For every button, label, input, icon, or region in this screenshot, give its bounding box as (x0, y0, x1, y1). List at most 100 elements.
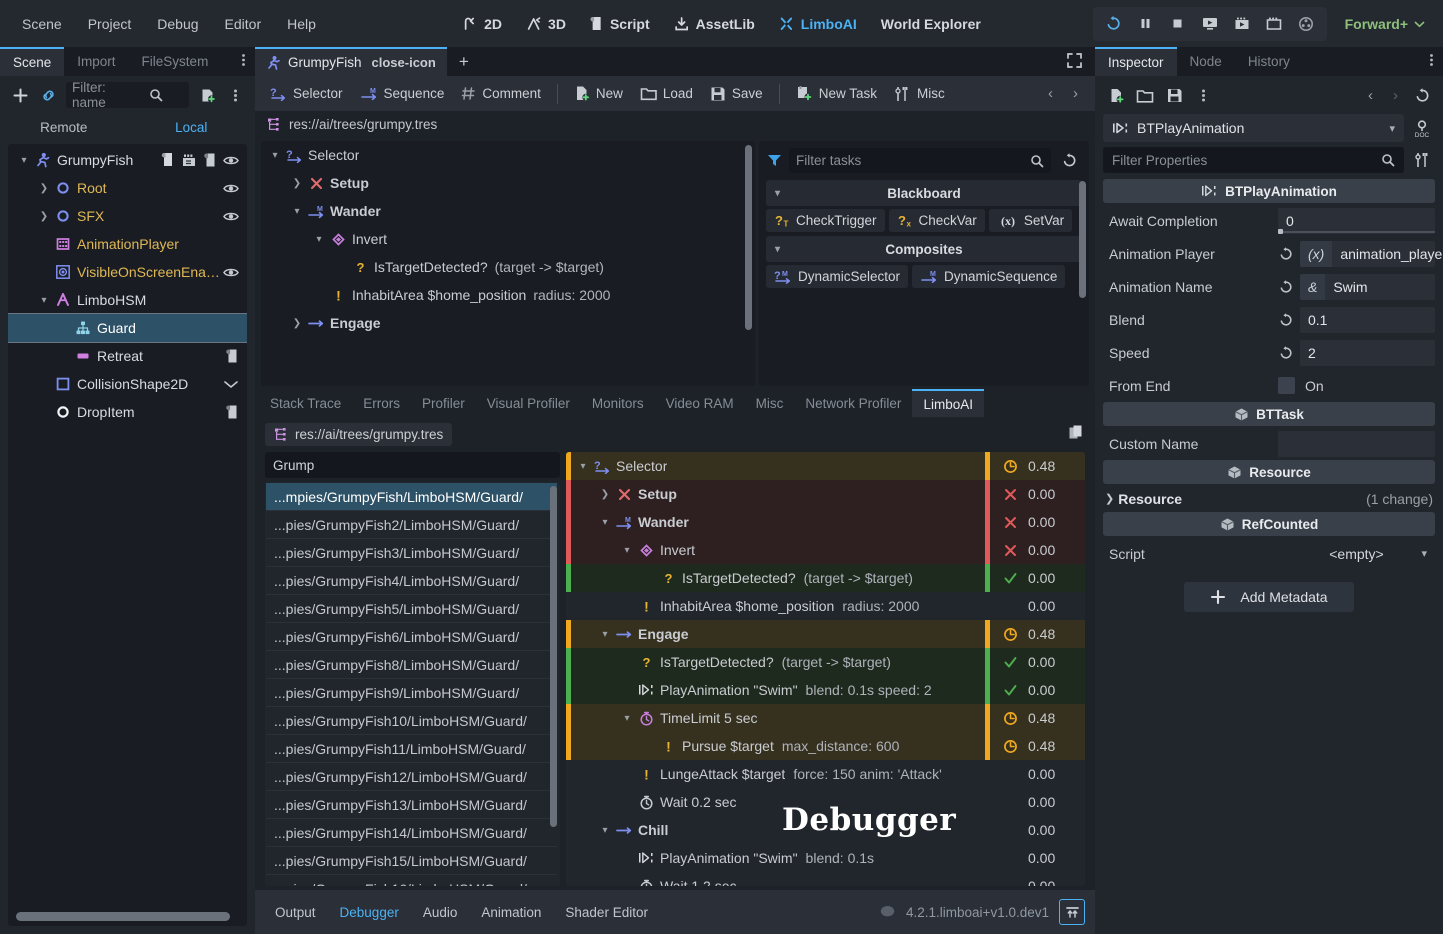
scene-node-animationplayer[interactable]: AnimationPlayer (8, 230, 247, 258)
bt-toolbar-selector-button[interactable]: ?Selector (263, 82, 350, 105)
scene-node-collisionshape2d[interactable]: CollisionShape2D (8, 370, 247, 398)
reload-icon[interactable] (1099, 10, 1129, 38)
menu-debug[interactable]: Debug (145, 11, 210, 37)
visibility-icon[interactable] (223, 210, 239, 223)
debugger-bt-row[interactable]: Wait 1.2 sec0.00 (566, 872, 1085, 886)
chevron-right-icon[interactable]: ❯ (289, 178, 305, 189)
scene-dock-kebab-icon[interactable] (232, 52, 255, 71)
play-scene-icon[interactable] (1227, 10, 1257, 38)
visibility-icon[interactable] (223, 182, 239, 195)
bt-toolbar-save-button[interactable]: Save (703, 82, 770, 106)
script-value-selector[interactable]: <empty>▾ (1278, 546, 1435, 562)
scene-node-dropitem[interactable]: DropItem (8, 398, 247, 426)
main-tab-2d[interactable]: 2D (452, 11, 512, 37)
chevron-right-icon[interactable]: ❯ (36, 211, 52, 222)
debugger-instance-item[interactable]: ...pies/GrumpyFish3/LimboHSM/Guard/ (266, 539, 557, 567)
debugger-tab-video-ram[interactable]: Video RAM (655, 389, 745, 417)
inspector-subresource-row[interactable]: ❯Resource(1 change) (1095, 485, 1443, 512)
debugger-instance-item[interactable]: ...pies/GrumpyFish12/LimboHSM/Guard/ (266, 763, 557, 791)
main-tab-3d[interactable]: 3D (516, 11, 576, 37)
bt-toolbar-sequence-button[interactable]: MSequence (353, 82, 452, 105)
chevron-right-icon[interactable]: ❯ (597, 489, 613, 500)
bt-toolbar-comment-button[interactable]: Comment (454, 82, 548, 105)
scene-node-guard[interactable]: Guard (8, 314, 247, 342)
chevron-down-icon[interactable]: ▾ (36, 295, 52, 306)
inspector-property-input[interactable]: 2 (1300, 340, 1435, 366)
revert-icon[interactable] (1278, 246, 1294, 261)
checkbox-icon[interactable] (1278, 377, 1295, 394)
scene-filter-input[interactable]: Filter: name (66, 82, 189, 108)
inspector-category-bttask[interactable]: BTTask (1103, 402, 1435, 426)
task-item-dynamicselector[interactable]: ?MDynamicSelector (766, 265, 908, 288)
history-icon[interactable] (1409, 82, 1435, 108)
debugger-tab-profiler[interactable]: Profiler (411, 389, 476, 417)
chevron-down-icon[interactable]: ▾ (289, 206, 305, 217)
debugger-instance-item[interactable]: ...pies/GrumpyFish14/LimboHSM/Guard/ (266, 819, 557, 847)
debugger-instance-item[interactable]: ...mpies/GrumpyFish/LimboHSM/Guard/ (266, 483, 557, 511)
filter-icon[interactable] (766, 152, 783, 169)
debugger-instance-item[interactable]: ...pies/GrumpyFish2/LimboHSM/Guard/ (266, 511, 557, 539)
inspector-category-resource[interactable]: Resource (1103, 460, 1435, 484)
bt-toolbar-new-task-button[interactable]: New Task (789, 81, 884, 106)
debugger-instance-item[interactable]: ...pies/GrumpyFish11/LimboHSM/Guard/ (266, 735, 557, 763)
copy-icon[interactable] (1068, 424, 1085, 446)
bt-forward-button[interactable]: › (1064, 83, 1087, 104)
bottom-tab-animation[interactable]: Animation (471, 901, 551, 924)
chevron-down-icon[interactable]: ▾ (575, 461, 591, 472)
task-palette-vscrollbar[interactable] (1079, 181, 1086, 382)
debugger-instance-filter-input[interactable]: Grump (265, 452, 560, 478)
scene-tree-remote-tab[interactable]: Remote (0, 114, 128, 144)
bt-node-engage[interactable]: ❯Engage (261, 309, 755, 337)
add-metadata-button[interactable]: Add Metadata (1184, 582, 1353, 612)
inspector-back-button[interactable]: ‹ (1359, 85, 1382, 106)
bt-node-inhabitarea-home-position[interactable]: !InhabitArea $home_positionradius: 2000 (261, 281, 755, 309)
scene-node-retreat[interactable]: Retreat (8, 342, 247, 370)
inspector-filter-input[interactable]: Filter Properties (1103, 147, 1404, 173)
run-project-icon[interactable] (1195, 10, 1225, 38)
debugger-bt-row[interactable]: ❯Setup0.00 (566, 480, 1085, 508)
scene-node-limbohsm[interactable]: ▾LimboHSM (8, 286, 247, 314)
inspector-property-input[interactable] (1278, 431, 1435, 457)
expand-bottom-panel-icon[interactable] (1059, 899, 1085, 925)
close-icon[interactable]: close-icon (372, 55, 436, 70)
chevron-down-icon[interactable]: ▾ (597, 629, 613, 640)
bt-node-istargetdetected[interactable]: ?IsTargetDetected?(target -> $target) (261, 253, 755, 281)
scene-tree-local-tab[interactable]: Local (128, 114, 256, 144)
task-section-composites[interactable]: ▾Composites (766, 236, 1082, 262)
debugger-tab-visual-profiler[interactable]: Visual Profiler (476, 389, 581, 417)
scene-node-root[interactable]: ❯Root (8, 174, 247, 202)
menu-help[interactable]: Help (275, 11, 328, 37)
inspector-tab-node[interactable]: Node (1177, 47, 1235, 76)
bt-node-selector[interactable]: ▾?Selector (261, 141, 755, 169)
inspector-tab-inspector[interactable]: Inspector (1095, 47, 1177, 76)
debugger-bt-row[interactable]: ▾Engage0.48 (566, 620, 1085, 648)
debugger-bt-row[interactable]: ▾Chill0.00 (566, 816, 1085, 844)
debugger-bt-row[interactable]: !LungeAttack $targetforce: 150 anim: 'At… (566, 760, 1085, 788)
chevron-down-icon[interactable]: ▾ (311, 234, 327, 245)
bt-back-button[interactable]: ‹ (1039, 83, 1062, 104)
task-item-checktrigger[interactable]: ?TCheckTrigger (766, 209, 885, 232)
chevron-down-icon[interactable]: ▾ (597, 517, 613, 528)
bottom-tab-audio[interactable]: Audio (413, 901, 468, 924)
scene-tree-hscrollbar[interactable] (16, 912, 239, 921)
group-icon[interactable] (181, 153, 197, 168)
main-tab-script[interactable]: Script (580, 11, 660, 37)
inspector-property-input[interactable]: 0.1 (1300, 307, 1435, 333)
debugger-bt-row[interactable]: ▾?Selector0.48 (566, 452, 1085, 480)
dock-tab-filesystem[interactable]: FileSystem (129, 47, 222, 76)
attach-script-icon[interactable] (194, 82, 220, 108)
task-item-checkvar[interactable]: ?xCheckVar (889, 209, 985, 232)
task-filter-input[interactable]: Filter tasks (789, 148, 1051, 173)
task-item-dynamicsequence[interactable]: MDynamicSequence (912, 265, 1065, 288)
debugger-bt-row[interactable]: !Pursue $targetmax_distance: 6000.48 (566, 732, 1085, 760)
refresh-icon[interactable] (1057, 152, 1082, 169)
new-resource-icon[interactable] (1103, 82, 1129, 108)
script-file-icon[interactable] (203, 152, 217, 168)
debugger-tab-misc[interactable]: Misc (745, 389, 795, 417)
script-file-icon[interactable] (225, 404, 239, 420)
revert-icon[interactable] (1278, 279, 1294, 294)
inspector-dock-kebab-icon[interactable] (1420, 52, 1443, 71)
menu-project[interactable]: Project (76, 11, 144, 37)
debugger-tab-limboai[interactable]: LimboAI (912, 389, 984, 417)
dock-tab-import[interactable]: Import (64, 47, 128, 76)
